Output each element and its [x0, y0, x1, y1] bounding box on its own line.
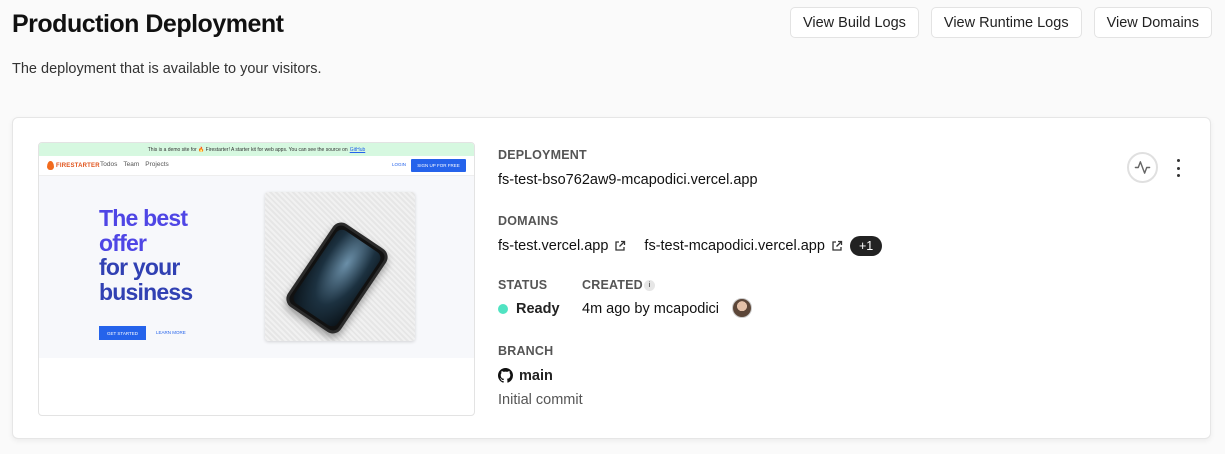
preview-headline-line: for your	[99, 254, 180, 280]
deployment-card: This is a demo site for 🔥 Firestarter! A…	[12, 117, 1211, 439]
preview-banner-text: This is a demo site for 🔥 Firestarter! A…	[147, 146, 348, 153]
preview-banner: This is a demo site for 🔥 Firestarter! A…	[39, 143, 474, 156]
preview-nav-links: Todos Team Projects	[100, 161, 169, 168]
preview-hero: The best offer for your business GET STA…	[39, 176, 474, 358]
github-icon	[498, 368, 513, 383]
preview-nav-team: Team	[123, 161, 140, 168]
preview-nav-todos: Todos	[100, 161, 118, 168]
branch-name[interactable]: main	[519, 368, 553, 384]
preview-headline-line: offer	[99, 229, 147, 256]
domain-link[interactable]: fs-test-mcapodici.vercel.app	[644, 238, 843, 254]
status-label: STATUS	[498, 278, 548, 292]
kebab-dot	[1176, 166, 1180, 170]
kebab-dot	[1176, 174, 1180, 177]
preview-headline-line: The best	[99, 205, 188, 231]
page-subtitle: The deployment that is available to your…	[12, 61, 322, 77]
external-link-icon	[832, 240, 843, 251]
info-icon[interactable]: i	[644, 280, 655, 291]
domain-link-text: fs-test.vercel.app	[498, 238, 609, 254]
view-build-logs-button[interactable]: View Build Logs	[789, 7, 919, 38]
preview-learn-more: LEARN MORE	[156, 330, 186, 335]
preview-headline-line: business	[99, 278, 193, 305]
page-title: Production Deployment	[12, 10, 284, 38]
preview-nav: FIRESTARTER Todos Team Projects LOGIN SI…	[39, 156, 474, 176]
domain-link-text: fs-test-mcapodici.vercel.app	[644, 238, 825, 254]
external-link-icon	[615, 240, 626, 251]
view-domains-button[interactable]: View Domains	[1093, 7, 1212, 38]
preview-login: LOGIN	[392, 162, 407, 167]
activity-button[interactable]	[1127, 152, 1158, 183]
header-actions: View Build Logs View Runtime Logs View D…	[789, 7, 1212, 38]
activity-icon	[1134, 161, 1151, 174]
status-dot	[498, 304, 508, 314]
preview-logo: FIRESTARTER	[47, 161, 100, 170]
branch-label: BRANCH	[498, 344, 554, 358]
deployment-preview[interactable]: This is a demo site for 🔥 Firestarter! A…	[38, 142, 475, 416]
more-vertical-icon[interactable]	[1173, 159, 1183, 177]
status-value: Ready	[516, 301, 560, 317]
created-value: 4m ago by mcapodici	[582, 301, 720, 317]
domain-link[interactable]: fs-test.vercel.app	[498, 238, 644, 254]
preview-nav-projects: Projects	[145, 161, 169, 168]
created-label: CREATED	[582, 278, 643, 292]
more-domains-badge[interactable]: +1	[849, 236, 883, 256]
preview-cta: GET STARTED	[99, 326, 146, 340]
avatar[interactable]	[732, 298, 752, 318]
deployment-label: DEPLOYMENT	[498, 148, 587, 162]
domains-list: fs-test.vercel.app fs-test-mcapodici.ver…	[498, 236, 883, 256]
flame-icon	[47, 161, 54, 170]
phone-screen	[290, 226, 384, 330]
domains-label: DOMAINS	[498, 214, 559, 228]
commit-message: Initial commit	[498, 392, 583, 408]
deployment-url[interactable]: fs-test-bso762aw9-mcapodici.vercel.app	[498, 172, 758, 188]
preview-phone-image	[265, 192, 415, 341]
kebab-dot	[1176, 159, 1180, 162]
phone-graphic	[282, 218, 392, 338]
preview-logo-text: FIRESTARTER	[56, 162, 100, 169]
preview-signup: SIGN UP FOR FREE	[411, 159, 466, 172]
preview-banner-link: GitHub	[349, 146, 366, 153]
preview-headline: The best offer for your business	[99, 206, 269, 304]
view-runtime-logs-button[interactable]: View Runtime Logs	[930, 7, 1082, 38]
